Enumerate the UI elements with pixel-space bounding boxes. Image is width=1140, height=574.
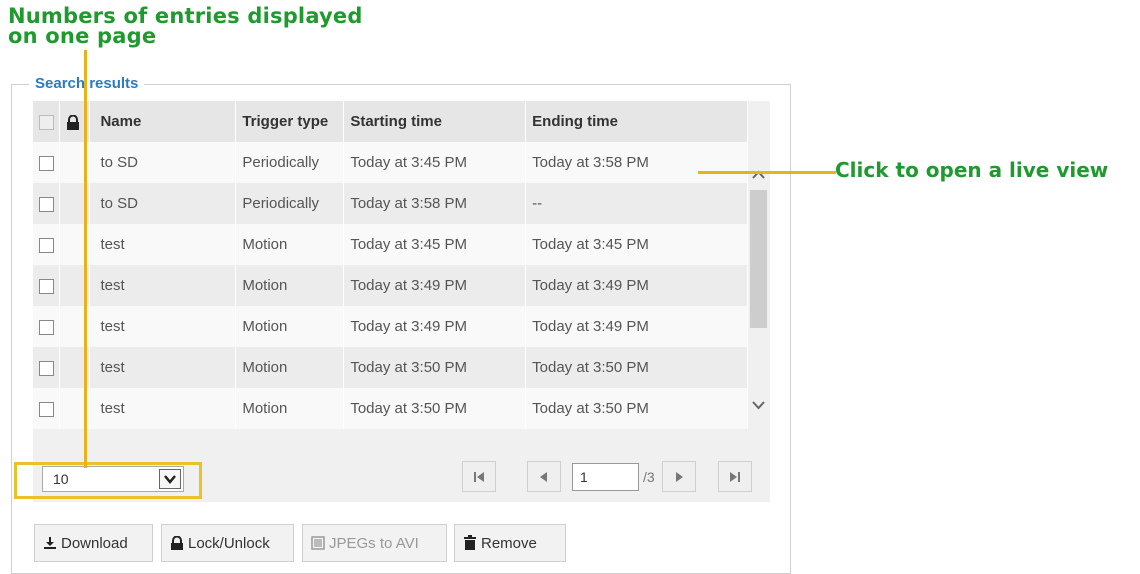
recording-name: test xyxy=(89,347,237,388)
table-row[interactable]: to SD Periodically Today at 3:45 PM Toda… xyxy=(33,142,748,183)
first-page-button[interactable] xyxy=(462,461,496,492)
recording-name: to SD xyxy=(89,142,237,183)
recording-name: test xyxy=(89,388,237,429)
row-select-cell xyxy=(33,142,61,183)
table-row[interactable]: test Motion Today at 3:49 PM Today at 3:… xyxy=(33,306,748,347)
lock-unlock-label: Lock/Unlock xyxy=(188,535,270,552)
row-checkbox[interactable] xyxy=(39,319,54,335)
last-page-icon xyxy=(730,472,740,482)
download-button[interactable]: Download xyxy=(34,524,153,562)
results-table: Name Trigger type Starting time Ending t… xyxy=(33,101,748,429)
starting-time: Today at 3:49 PM xyxy=(343,265,527,306)
table-row[interactable]: test Motion Today at 3:49 PM Today at 3:… xyxy=(33,265,748,306)
starting-time: Today at 3:58 PM xyxy=(343,183,527,224)
starting-time: Today at 3:45 PM xyxy=(343,224,527,265)
download-icon xyxy=(44,537,56,549)
row-checkbox[interactable] xyxy=(39,237,54,253)
starting-time: Today at 3:49 PM xyxy=(343,306,527,347)
total-pages: /3 xyxy=(643,469,655,485)
trigger-type: Motion xyxy=(235,265,345,306)
results-scrollbar[interactable] xyxy=(748,146,769,438)
row-checkbox[interactable] xyxy=(39,196,54,212)
annotation-connector-horizontal xyxy=(698,171,836,174)
row-select-cell xyxy=(33,265,61,306)
table-row[interactable]: to SD Periodically Today at 3:58 PM -- xyxy=(33,183,748,224)
last-page-button[interactable] xyxy=(718,461,752,492)
remove-button[interactable]: Remove xyxy=(454,524,566,562)
trigger-type: Periodically xyxy=(235,183,345,224)
annotation-live-view: Click to open a live view xyxy=(835,158,1109,182)
starting-time: Today at 3:50 PM xyxy=(343,388,527,429)
starting-time: Today at 3:45 PM xyxy=(343,142,527,183)
select-all-cell xyxy=(33,101,61,142)
select-all-checkbox[interactable] xyxy=(39,114,54,130)
column-header-starting-time[interactable]: Starting time xyxy=(343,101,527,142)
lock-unlock-button[interactable]: Lock/Unlock xyxy=(161,524,294,562)
row-select-cell xyxy=(33,388,61,429)
column-header-ending-time[interactable]: Ending time xyxy=(525,101,748,142)
recording-name: to SD xyxy=(89,183,237,224)
table-row[interactable]: test Motion Today at 3:50 PM Today at 3:… xyxy=(33,388,748,429)
trigger-type: Motion xyxy=(235,306,345,347)
ending-time: Today at 3:50 PM xyxy=(525,388,748,429)
row-select-cell xyxy=(33,183,61,224)
table-header-row: Name Trigger type Starting time Ending t… xyxy=(33,101,748,142)
previous-page-icon xyxy=(540,472,547,482)
trigger-type: Motion xyxy=(235,388,345,429)
trash-icon xyxy=(464,535,476,550)
recording-name: test xyxy=(89,265,237,306)
row-checkbox[interactable] xyxy=(39,155,54,171)
trigger-type: Periodically xyxy=(235,142,345,183)
recording-name: test xyxy=(89,306,237,347)
annotation-connector-vertical xyxy=(84,50,87,468)
annotation-line-2: on one page xyxy=(8,24,157,48)
previous-page-button[interactable] xyxy=(527,461,561,492)
scroll-down-icon[interactable] xyxy=(751,398,766,412)
row-select-cell xyxy=(33,224,61,265)
recording-name: test xyxy=(89,224,237,265)
annotation-entries-per-page: Numbers of entries displayed on one page xyxy=(8,4,363,48)
ending-time: Today at 3:49 PM xyxy=(525,265,748,306)
next-page-icon xyxy=(676,472,683,482)
lock-icon xyxy=(171,535,183,550)
annotation-line-1: Numbers of entries displayed xyxy=(8,4,363,28)
entries-per-page-highlight xyxy=(14,462,202,499)
ending-time: Today at 3:50 PM xyxy=(525,347,748,388)
table-row[interactable]: test Motion Today at 3:45 PM Today at 3:… xyxy=(33,224,748,265)
film-icon xyxy=(311,536,325,550)
remove-label: Remove xyxy=(481,535,537,552)
ending-time: Today at 3:58 PM xyxy=(525,142,748,183)
starting-time: Today at 3:50 PM xyxy=(343,347,527,388)
trigger-type: Motion xyxy=(235,224,345,265)
ending-time: Today at 3:45 PM xyxy=(525,224,748,265)
first-page-icon xyxy=(474,472,484,482)
row-select-cell xyxy=(33,306,61,347)
scroll-thumb[interactable] xyxy=(750,190,767,328)
table-row[interactable]: test Motion Today at 3:50 PM Today at 3:… xyxy=(33,347,748,388)
row-checkbox[interactable] xyxy=(39,360,54,376)
ending-time: -- xyxy=(525,183,748,224)
column-header-name[interactable]: Name xyxy=(89,101,237,142)
jpegs-to-avi-label: JPEGs to AVI xyxy=(329,535,419,552)
row-checkbox[interactable] xyxy=(39,401,54,417)
ending-time: Today at 3:49 PM xyxy=(525,306,748,347)
lock-icon xyxy=(67,114,80,130)
download-label: Download xyxy=(61,535,128,552)
next-page-button[interactable] xyxy=(662,461,696,492)
current-page-input[interactable]: 1 xyxy=(572,463,639,491)
column-header-trigger-type[interactable]: Trigger type xyxy=(235,101,345,142)
row-select-cell xyxy=(33,347,61,388)
trigger-type: Motion xyxy=(235,347,345,388)
row-checkbox[interactable] xyxy=(39,278,54,294)
jpegs-to-avi-button[interactable]: JPEGs to AVI xyxy=(302,524,447,562)
